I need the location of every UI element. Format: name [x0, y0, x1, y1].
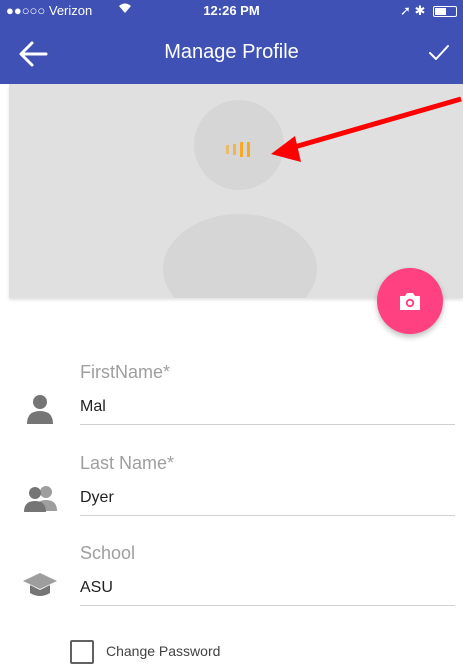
status-bar: ●●○○○ Verizon 12:26 PM ➚ ✱: [0, 0, 463, 20]
last-name-field: Last Name* Dyer: [0, 453, 463, 533]
school-label: School: [80, 543, 136, 563]
change-password-checkbox[interactable]: [70, 640, 94, 664]
first-name-input[interactable]: Mal: [80, 390, 455, 425]
last-name-input[interactable]: Dyer: [80, 481, 455, 516]
camera-icon: [400, 293, 420, 310]
status-icons: ➚ ✱: [400, 3, 457, 19]
school-field: School ASU: [0, 543, 463, 623]
check-icon: [429, 45, 449, 60]
change-photo-button[interactable]: [377, 268, 443, 334]
battery-icon: [433, 6, 457, 18]
location-icon: ➚: [399, 3, 411, 18]
first-name-field: FirstName* Mal: [0, 362, 463, 442]
people-icon: [24, 486, 57, 512]
change-password-label: Change Password: [106, 643, 221, 659]
last-name-label: Last Name*: [80, 453, 175, 473]
save-button[interactable]: [425, 38, 453, 66]
graduation-cap-icon: [23, 573, 57, 596]
page-title: Manage Profile: [164, 41, 299, 63]
clock-time: 12:26 PM: [203, 3, 260, 18]
first-name-label: FirstName*: [80, 362, 171, 382]
annotation-arrow: [271, 96, 462, 162]
profile-photo-area[interactable]: [9, 84, 463, 298]
person-icon: [27, 395, 53, 424]
bluetooth-icon: ✱: [414, 3, 426, 18]
app-bar: Manage Profile: [0, 20, 463, 84]
school-input[interactable]: ASU: [80, 571, 455, 606]
